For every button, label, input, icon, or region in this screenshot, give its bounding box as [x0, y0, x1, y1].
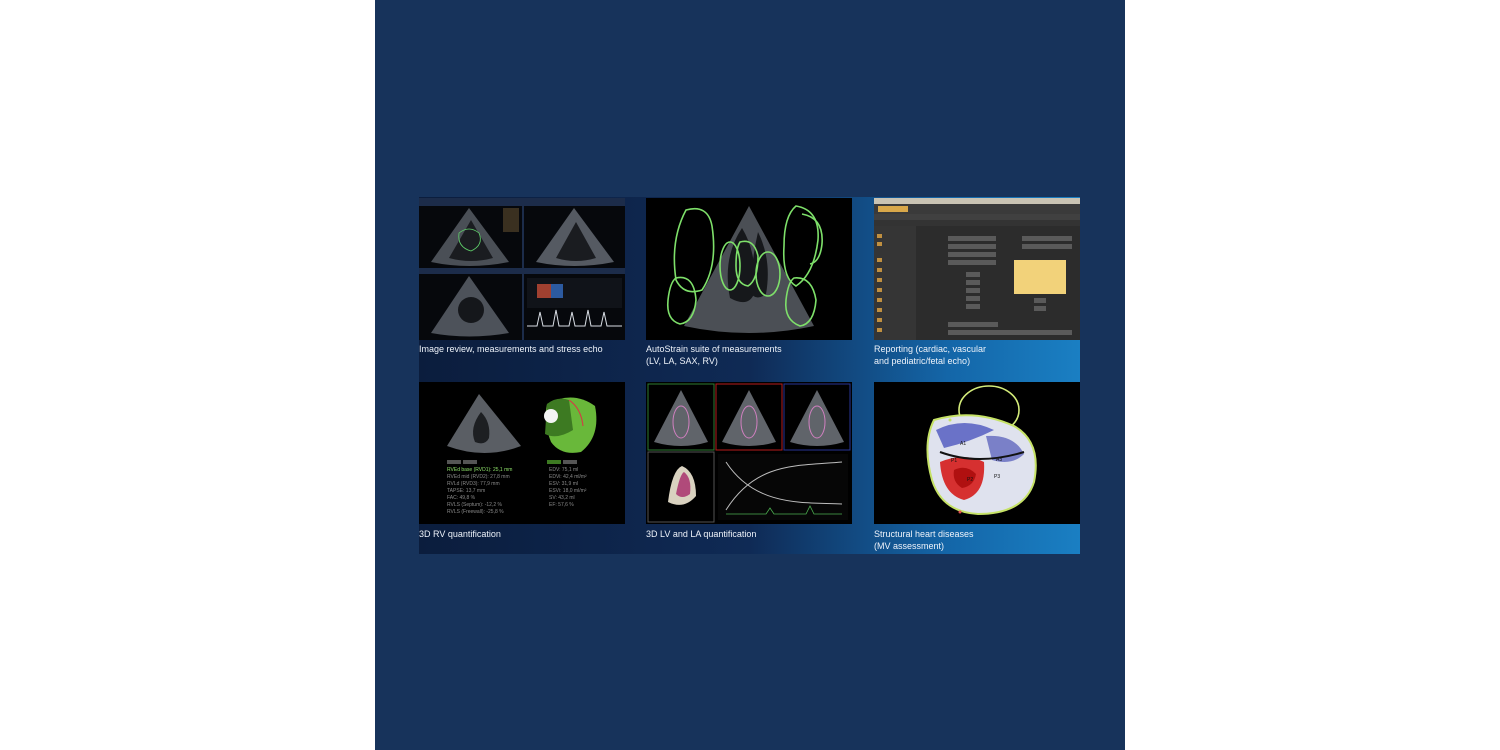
- reporting-screenshot: [874, 198, 1080, 340]
- caption-rv-3d-line-1: 3D RV quantification: [419, 529, 501, 539]
- mv-assessment-screenshot: A1 P1 A3 P3 P2: [874, 382, 1080, 524]
- rv-measure-right-2: ESV: 31,9 ml: [549, 481, 578, 487]
- caption-autostrain-line-2: (LV, LA, SAX, RV): [646, 356, 718, 366]
- rv-measure-right-3: ESVi: 18,0 ml/m²: [549, 488, 587, 494]
- caption-lv-la-3d: 3D LV and LA quantification: [646, 528, 852, 540]
- rv-3d-screenshot: RVEd base (RVD1): 25,1 mm RVEd mid (RVD2…: [419, 382, 625, 524]
- caption-reporting-line-2: and pediatric/fetal echo): [874, 356, 971, 366]
- autostrain-screenshot: [646, 198, 852, 340]
- rv-measure-right-0: EDV: 75,1 ml: [549, 467, 578, 473]
- caption-reporting-line-1: Reporting (cardiac, vascular: [874, 344, 987, 354]
- image-review-screenshot: [419, 198, 625, 340]
- rv-measure-right-4: SV: 43,2 ml: [549, 495, 575, 501]
- mv-label-p1: P1: [951, 458, 957, 464]
- mv-label-p3: P3: [994, 474, 1000, 480]
- mv-label-p2: P2: [967, 477, 973, 483]
- caption-image-review: Image review, measurements and stress ec…: [419, 343, 625, 355]
- caption-autostrain-line-1: AutoStrain suite of measurements: [646, 344, 782, 354]
- rv-measure-left-0: RVEd base (RVD1): 25,1 mm: [447, 467, 512, 473]
- caption-reporting: Reporting (cardiac, vascular and pediatr…: [874, 343, 1080, 367]
- caption-structural-line-2: (MV assessment): [874, 541, 945, 551]
- caption-image-review-line-1: Image review, measurements and stress ec…: [419, 344, 603, 354]
- rv-measure-right-5: EF: 57,6 %: [549, 502, 574, 508]
- rv-measure-left-6: RVLS (Freewall): -25,8 %: [447, 509, 504, 515]
- caption-lv-la-3d-line-1: 3D LV and LA quantification: [646, 529, 757, 539]
- caption-autostrain: AutoStrain suite of measurements (LV, LA…: [646, 343, 852, 367]
- mv-label-a1: A1: [960, 441, 966, 447]
- caption-structural: Structural heart diseases (MV assessment…: [874, 528, 1080, 552]
- caption-rv-3d: 3D RV quantification: [419, 528, 625, 540]
- caption-structural-line-1: Structural heart diseases: [874, 529, 974, 539]
- lv-la-3d-screenshot: [646, 382, 852, 524]
- rv-measure-left-5: RVLS (Septum): -12,2 %: [447, 502, 502, 508]
- rv-measure-left-2: RVLd (RVD3): 77,9 mm: [447, 481, 500, 487]
- mv-label-a3: A3: [996, 457, 1002, 463]
- rv-measure-left-3: TAPSE: 13,7 mm: [447, 488, 485, 494]
- rv-measure-left-4: FAC: 49,8 %: [447, 495, 476, 501]
- rv-measure-left-1: RVEd mid (RVD2): 27,8 mm: [447, 474, 510, 480]
- rv-measure-right-1: EDVi: 42,4 ml/m²: [549, 474, 587, 480]
